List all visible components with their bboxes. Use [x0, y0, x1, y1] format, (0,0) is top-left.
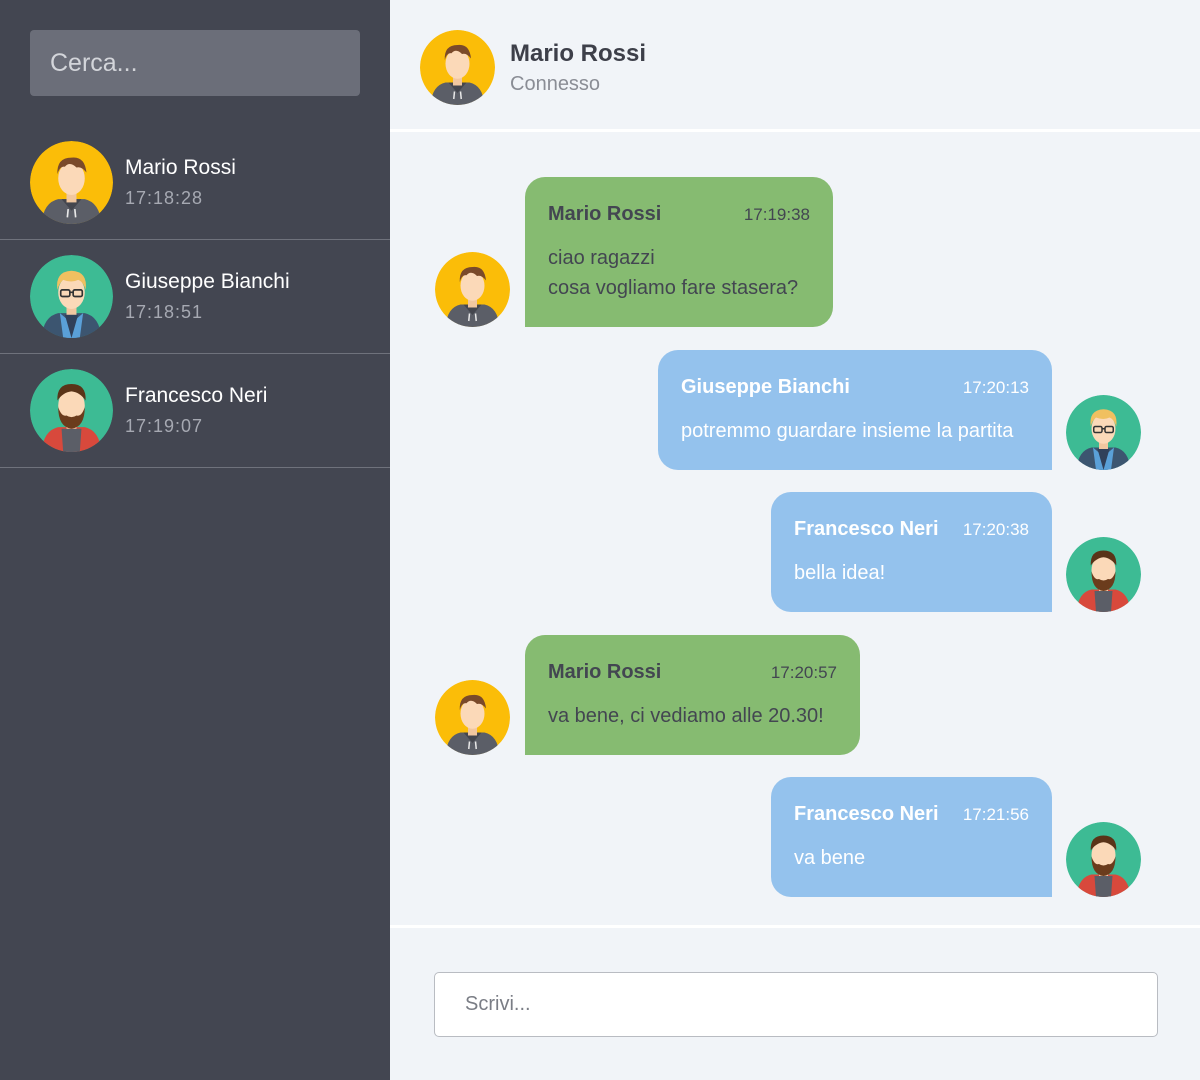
contact-item-francesco-neri[interactable]: Francesco Neri 17:19:07 — [0, 354, 390, 468]
message-time: 17:19:38 — [743, 205, 810, 224]
message-composer — [390, 925, 1200, 1080]
message-bubble: Mario Rossi 17:19:38 ciao ragazzi cosa v… — [525, 177, 833, 327]
message-sender: Francesco Neri — [794, 803, 939, 825]
avatar-mario-icon — [30, 141, 113, 224]
avatar-francesco-icon — [1066, 537, 1141, 612]
message-text: ciao ragazzi cosa vogliamo fare stasera? — [548, 247, 799, 299]
avatar-mario-icon — [435, 680, 510, 755]
message-sender: Francesco Neri — [794, 518, 939, 540]
message-sender: Mario Rossi — [548, 661, 662, 683]
avatar-giuseppe-icon — [1066, 395, 1141, 470]
contact-item-mario-rossi[interactable]: Mario Rossi 17:18:28 — [0, 126, 390, 240]
message-text: va bene, ci vediamo alle 20.30! — [548, 705, 824, 727]
message-time: 17:20:13 — [962, 378, 1029, 397]
chat-contact-name: Mario Rossi — [510, 40, 647, 67]
contact-time: 17:18:51 — [125, 301, 204, 322]
message-list: Mario Rossi 17:19:38 ciao ragazzi cosa v… — [390, 132, 1200, 925]
message-bubble: Giuseppe Bianchi 17:20:13 potremmo guard… — [658, 350, 1052, 470]
message-input[interactable] — [434, 972, 1158, 1037]
message-bubble: Mario Rossi 17:20:57 va bene, ci vediamo… — [525, 635, 860, 755]
avatar-mario-icon — [420, 30, 495, 105]
contact-item-giuseppe-bianchi[interactable]: Giuseppe Bianchi 17:18:51 — [0, 240, 390, 354]
message-bubble: Francesco Neri 17:20:38 bella idea! — [771, 492, 1052, 612]
chat-header: Mario Rossi Connesso — [390, 0, 1200, 132]
message-sender: Mario Rossi — [548, 203, 662, 225]
message-text: bella idea! — [794, 562, 886, 584]
contact-time: 17:19:07 — [125, 415, 204, 436]
message-time: 17:21:56 — [962, 805, 1029, 824]
chat-contact-status: Connesso — [510, 73, 601, 95]
contact-time: 17:18:28 — [125, 187, 204, 208]
message-bubble: Francesco Neri 17:21:56 va bene — [771, 777, 1052, 897]
avatar-giuseppe-icon — [30, 255, 113, 338]
message-time: 17:20:57 — [770, 663, 837, 682]
search-input[interactable] — [30, 30, 360, 96]
contact-name: Giuseppe Bianchi — [125, 269, 290, 293]
message-text: potremmo guardare insieme la partita — [681, 420, 1014, 442]
avatar-francesco-icon — [1066, 822, 1141, 897]
contact-name: Francesco Neri — [125, 383, 268, 407]
contact-list: Mario Rossi 17:18:28 Giuseppe Bianchi 17… — [0, 126, 390, 468]
contact-name: Mario Rossi — [125, 155, 236, 179]
message-sender: Giuseppe Bianchi — [681, 376, 850, 398]
avatar-francesco-icon — [30, 369, 113, 452]
message-text: va bene — [794, 847, 866, 869]
avatar-mario-icon — [435, 252, 510, 327]
contacts-sidebar: Mario Rossi 17:18:28 Giuseppe Bianchi 17… — [0, 0, 390, 1080]
search-box — [30, 30, 360, 96]
message-time: 17:20:38 — [962, 520, 1029, 539]
